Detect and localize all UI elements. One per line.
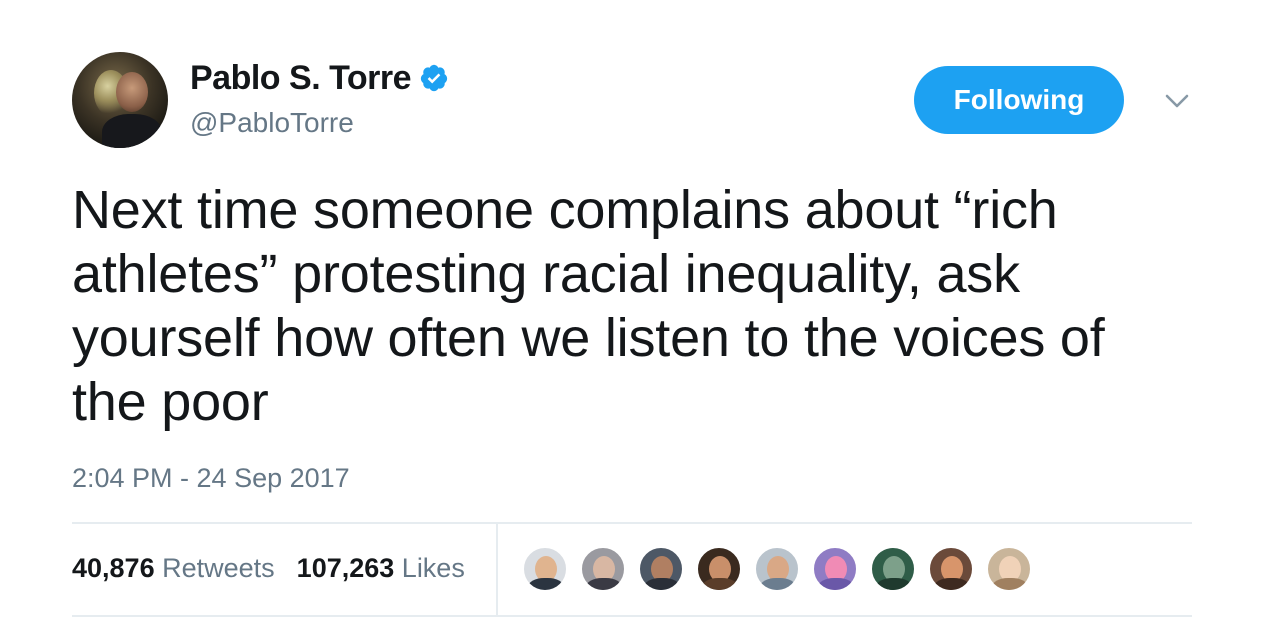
author-avatar[interactable] <box>72 52 168 148</box>
liker-avatar[interactable] <box>928 546 974 592</box>
liker-body <box>644 578 680 590</box>
liker-avatar[interactable] <box>522 546 568 592</box>
likes-label: Likes <box>401 553 465 583</box>
tweet-stats: 40,876 Retweets 107,263 Likes <box>72 550 465 586</box>
liker-body <box>760 578 796 590</box>
retweets-stat[interactable]: 40,876 Retweets <box>72 550 275 586</box>
liker-body <box>992 578 1028 590</box>
likes-count: 107,263 <box>296 553 395 583</box>
divider <box>72 522 1192 524</box>
stats-divider <box>496 524 498 615</box>
author-name-row: Pablo S. Torre <box>190 56 449 100</box>
tweet-timestamp[interactable]: 2:04 PM - 24 Sep 2017 <box>72 460 350 496</box>
tweet-text: Next time someone complains about “rich … <box>72 180 1105 432</box>
liker-body <box>586 578 622 590</box>
author-handle[interactable]: @PabloTorre <box>190 105 354 141</box>
liker-body <box>818 578 854 590</box>
retweets-label: Retweets <box>162 553 275 583</box>
liker-avatar[interactable] <box>638 546 684 592</box>
avatar-shirt <box>102 114 162 148</box>
liker-body <box>934 578 970 590</box>
divider <box>72 615 1192 617</box>
liker-avatar[interactable] <box>870 546 916 592</box>
following-button[interactable]: Following <box>914 66 1124 134</box>
avatar-face <box>116 72 148 112</box>
verified-badge-icon <box>420 64 448 92</box>
liker-body <box>528 578 564 590</box>
liker-avatar[interactable] <box>696 546 742 592</box>
likers-avatars <box>522 546 1032 592</box>
liker-avatar[interactable] <box>580 546 626 592</box>
chevron-down-icon[interactable] <box>1162 88 1192 114</box>
liker-avatar[interactable] <box>754 546 800 592</box>
liker-avatar[interactable] <box>812 546 858 592</box>
liker-body <box>876 578 912 590</box>
liker-body <box>702 578 738 590</box>
likes-stat[interactable]: 107,263 Likes <box>297 550 465 586</box>
tweet-card: Pablo S. Torre @PabloTorre Following Nex… <box>0 0 1266 620</box>
liker-avatar[interactable] <box>986 546 1032 592</box>
retweets-count: 40,876 <box>72 553 155 583</box>
author-display-name[interactable]: Pablo S. Torre <box>190 56 411 100</box>
